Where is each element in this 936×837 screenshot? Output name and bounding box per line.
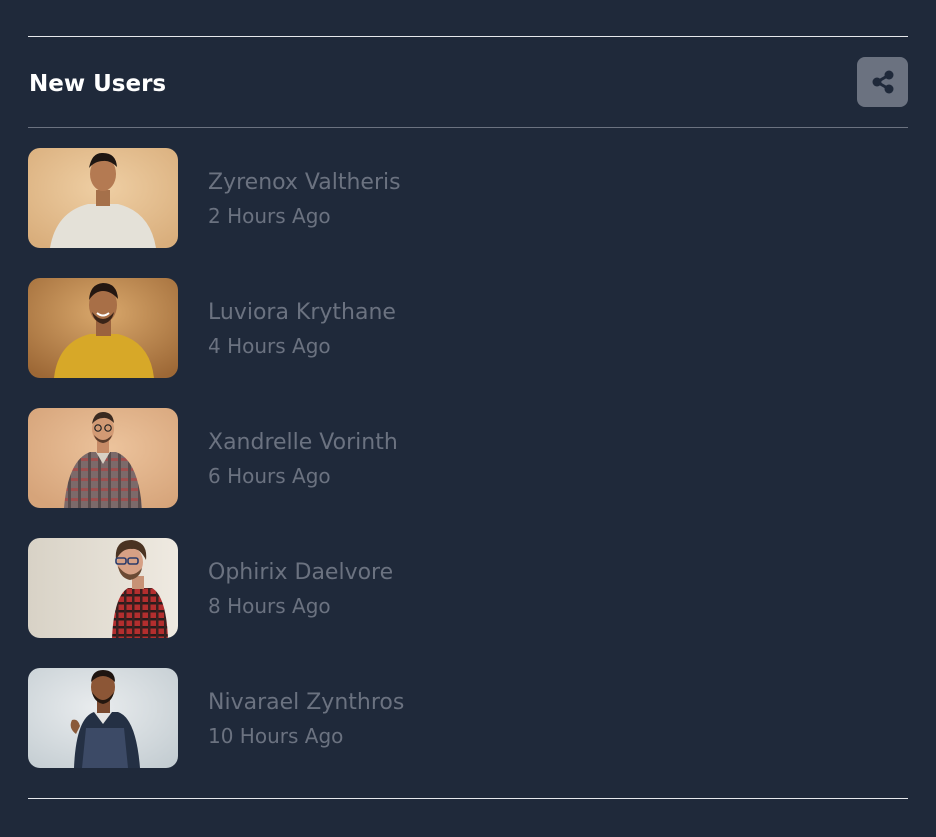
share-button[interactable] (857, 57, 908, 107)
panel-title: New Users (29, 71, 167, 97)
user-name: Ophirix Daelvore (208, 560, 394, 585)
joined-time: 6 Hours Ago (208, 464, 331, 488)
list-item[interactable]: Zyrenox Valtheris 2 Hours Ago (28, 148, 908, 278)
user-name: Xandrelle Vorinth (208, 430, 398, 455)
new-users-panel: New Users Zyrenox Valtheris 2 Hours Ago … (0, 0, 936, 837)
share-icon (872, 70, 893, 94)
user-name: Luviora Krythane (208, 300, 396, 325)
user-list: Zyrenox Valtheris 2 Hours Ago Luviora Kr… (28, 148, 908, 798)
list-item[interactable]: Luviora Krythane 4 Hours Ago (28, 278, 908, 408)
top-divider (28, 36, 908, 37)
joined-time: 8 Hours Ago (208, 594, 331, 618)
list-item[interactable]: Nivarael Zynthros 10 Hours Ago (28, 668, 908, 798)
user-avatar (28, 148, 178, 248)
user-name: Nivarael Zynthros (208, 690, 405, 715)
joined-time: 4 Hours Ago (208, 334, 331, 358)
user-avatar (28, 538, 178, 638)
header-divider (28, 127, 908, 128)
list-item[interactable]: Ophirix Daelvore 8 Hours Ago (28, 538, 908, 668)
user-avatar (28, 668, 178, 768)
list-item[interactable]: Xandrelle Vorinth 6 Hours Ago (28, 408, 908, 538)
joined-time: 2 Hours Ago (208, 204, 331, 228)
user-avatar (28, 408, 178, 508)
user-name: Zyrenox Valtheris (208, 170, 401, 195)
joined-time: 10 Hours Ago (208, 724, 344, 748)
bottom-divider (28, 798, 908, 799)
user-avatar (28, 278, 178, 378)
